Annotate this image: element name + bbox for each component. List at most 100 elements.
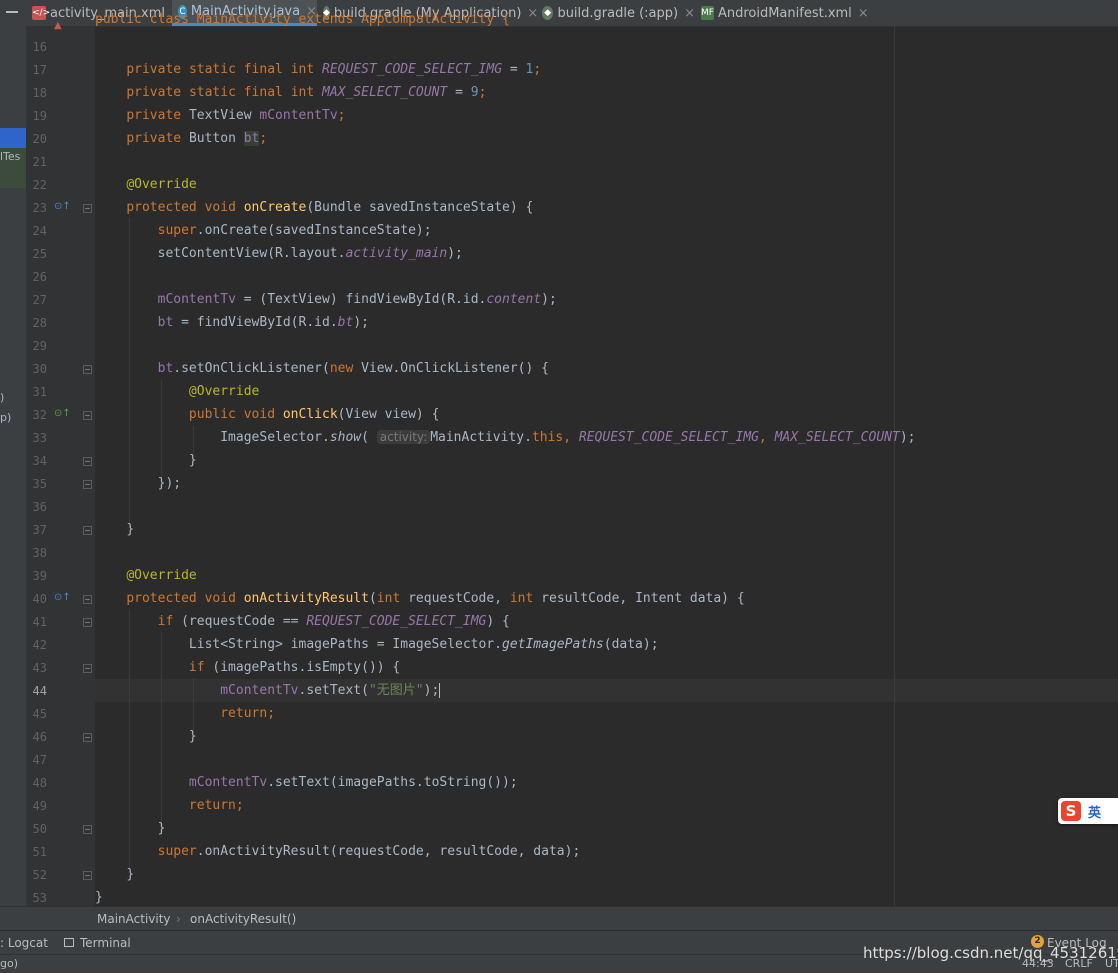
- implement-marker-icon[interactable]: ⊙↑: [54, 408, 71, 420]
- line-number[interactable]: 35: [26, 477, 47, 491]
- code-line-19[interactable]: private TextView mContentTv;: [95, 104, 345, 127]
- fold-marker[interactable]: [83, 733, 92, 742]
- line-number[interactable]: 51: [26, 845, 47, 859]
- project-selected-row[interactable]: [0, 128, 26, 148]
- line-number[interactable]: 38: [26, 546, 47, 560]
- line-number[interactable]: 28: [26, 316, 47, 330]
- fold-marker[interactable]: [83, 618, 92, 627]
- code-line-44[interactable]: mContentTv.setText("无图片");: [95, 679, 441, 702]
- line-number[interactable]: 36: [26, 500, 47, 514]
- fold-marker[interactable]: [83, 480, 92, 489]
- code-line-32[interactable]: public void onClick(View view) {: [95, 403, 439, 426]
- fold-marker[interactable]: [83, 204, 92, 213]
- tab-build-gradle-app[interactable]: ◆ build.gradle (:app) ×: [536, 0, 695, 26]
- line-number[interactable]: 33: [26, 431, 47, 445]
- code-line-18[interactable]: private static final int MAX_SELECT_COUN…: [95, 81, 486, 104]
- ime-language[interactable]: 英: [1088, 802, 1101, 821]
- line-number[interactable]: 47: [26, 753, 47, 767]
- override-marker-icon[interactable]: ⊙↑: [54, 592, 71, 604]
- fold-marker[interactable]: [83, 595, 92, 604]
- line-number[interactable]: 23: [26, 201, 47, 215]
- keyword: int: [376, 591, 401, 606]
- code-line-31[interactable]: @Override: [95, 380, 259, 403]
- line-number[interactable]: 52: [26, 868, 47, 882]
- line-number[interactable]: 45: [26, 707, 47, 721]
- logcat-tab[interactable]: : Logcat: [0, 936, 48, 950]
- ime-toolbar[interactable]: S 英: [1058, 798, 1118, 824]
- line-number[interactable]: 49: [26, 799, 47, 813]
- line-number[interactable]: 26: [26, 270, 47, 284]
- line-number[interactable]: 31: [26, 385, 47, 399]
- line-number[interactable]: 19: [26, 109, 47, 123]
- code-line-48[interactable]: mContentTv.setText(imagePaths.toString()…: [95, 771, 518, 794]
- code-line-33[interactable]: ImageSelector.show( activity: MainActivit…: [95, 426, 915, 449]
- line-number[interactable]: 21: [26, 155, 47, 169]
- code-line-15[interactable]: public class MainActivity extends AppCom…: [95, 13, 510, 26]
- line-number[interactable]: 43: [26, 661, 47, 675]
- fold-marker[interactable]: [83, 457, 92, 466]
- code-line-34[interactable]: }: [95, 449, 197, 472]
- breadcrumb-class[interactable]: MainActivity: [97, 912, 171, 926]
- close-icon[interactable]: ×: [858, 6, 869, 21]
- code-line-46[interactable]: }: [95, 725, 197, 748]
- line-number[interactable]: 34: [26, 454, 47, 468]
- line-number[interactable]: 22: [26, 178, 47, 192]
- fold-marker[interactable]: [83, 411, 92, 420]
- line-number[interactable]: 44: [26, 684, 47, 698]
- line-number[interactable]: 27: [26, 293, 47, 307]
- code-line-27[interactable]: mContentTv = (TextView) findViewById(R.i…: [95, 288, 557, 311]
- line-number[interactable]: 32: [26, 408, 47, 422]
- code-line-42[interactable]: List<String> imagePaths = ImageSelector.…: [95, 633, 659, 656]
- code-line-35[interactable]: });: [95, 472, 181, 495]
- code-line-45[interactable]: return;: [95, 702, 275, 725]
- code-line-30[interactable]: bt.setOnClickListener(new View.OnClickLi…: [95, 357, 549, 380]
- line-number[interactable]: 18: [26, 86, 47, 100]
- code-line-22[interactable]: @Override: [95, 173, 196, 196]
- code-line-40[interactable]: protected void onActivityResult(int requ…: [95, 587, 744, 610]
- code-line-49[interactable]: return;: [95, 794, 244, 817]
- line-number[interactable]: 48: [26, 776, 47, 790]
- line-number[interactable]: 24: [26, 224, 47, 238]
- line-number[interactable]: 29: [26, 339, 47, 353]
- code-line-23[interactable]: protected void onCreate(Bundle savedInst…: [95, 196, 533, 219]
- code-line-43[interactable]: if (imagePaths.isEmpty()) {: [95, 656, 400, 679]
- line-number[interactable]: 17: [26, 63, 47, 77]
- code-line-37[interactable]: }: [95, 518, 134, 541]
- code-line-53[interactable]: }: [95, 886, 103, 906]
- line-number[interactable]: 25: [26, 247, 47, 261]
- terminal-tab[interactable]: Terminal: [80, 936, 131, 950]
- class-marker-icon[interactable]: ▲: [54, 20, 67, 32]
- code-line-25[interactable]: setContentView(R.layout.activity_main);: [95, 242, 463, 265]
- code-line-39[interactable]: @Override: [95, 564, 196, 587]
- line-number[interactable]: 50: [26, 822, 47, 836]
- tab-android-manifest[interactable]: MF AndroidManifest.xml ×: [695, 0, 869, 26]
- fold-marker[interactable]: [83, 871, 92, 880]
- line-number[interactable]: 42: [26, 638, 47, 652]
- fold-marker[interactable]: [83, 526, 92, 535]
- line-number[interactable]: 40: [26, 592, 47, 606]
- code-line-50[interactable]: }: [95, 817, 166, 840]
- hamburger-icon[interactable]: [6, 11, 18, 13]
- override-marker-icon[interactable]: ⊙↑: [54, 201, 71, 213]
- line-number[interactable]: 30: [26, 362, 47, 376]
- breadcrumb-method[interactable]: onActivityResult(): [190, 912, 296, 926]
- fold-marker[interactable]: [83, 664, 92, 673]
- fold-marker[interactable]: [83, 825, 92, 834]
- code-line-17[interactable]: private static final int REQUEST_CODE_SE…: [95, 58, 541, 81]
- line-number[interactable]: 53: [26, 891, 47, 905]
- line-number[interactable]: 16: [26, 40, 47, 54]
- line-number[interactable]: 20: [26, 132, 47, 146]
- close-icon[interactable]: ×: [684, 6, 695, 21]
- code-line-51[interactable]: super.onActivityResult(requestCode, resu…: [95, 840, 581, 863]
- fold-marker[interactable]: [83, 365, 92, 374]
- line-number[interactable]: 39: [26, 569, 47, 583]
- punct: );: [447, 246, 463, 261]
- line-number[interactable]: 41: [26, 615, 47, 629]
- code-line-41[interactable]: if (requestCode == REQUEST_CODE_SELECT_I…: [95, 610, 510, 633]
- line-number[interactable]: 46: [26, 730, 47, 744]
- code-line-20[interactable]: private Button bt;: [95, 127, 267, 150]
- code-line-52[interactable]: }: [95, 863, 134, 886]
- line-number[interactable]: 37: [26, 523, 47, 537]
- code-line-28[interactable]: bt = findViewById(R.id.bt);: [95, 311, 369, 334]
- code-line-24[interactable]: super.onCreate(savedInstanceState);: [95, 219, 432, 242]
